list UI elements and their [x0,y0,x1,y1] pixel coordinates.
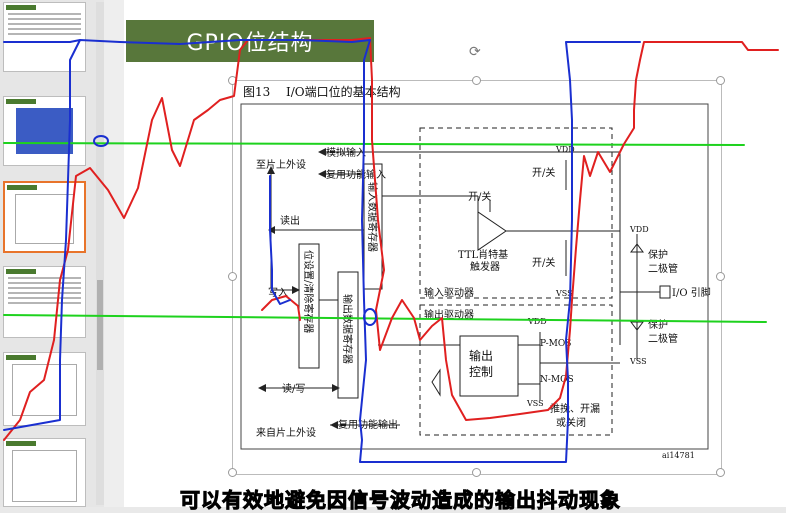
label-figure-ref: ai14781 [662,451,695,460]
annotation-blue-outline [3,39,641,463]
label-onoff-top: 开/关 [468,190,491,203]
label-onoff-right-bottom: 开/关 [532,256,555,269]
label-protect-1: 保护 [648,248,668,261]
label-ttl: TTL肖特基 [458,248,508,261]
label-or-off: 或关闭 [556,416,586,429]
label-vss-diode: VSS [629,357,647,366]
annotation-green-line-top [3,142,745,146]
label-odr: 输出数据寄存器 [341,294,354,364]
label-diode-1: 二极管 [648,262,678,275]
label-analog-in: 模拟输入 [326,146,366,159]
label-read-write: 读/写 [282,382,305,395]
label-diode-2: 二极管 [648,332,678,345]
label-out-ctrl-1: 输出 [469,348,493,363]
label-alt-in: 复用功能输入 [326,168,386,181]
gpio-circuit-diagram: 图13 I/O端口位的基本结构 模拟输入 至片上外设 复用功能输入 读出 开/关… [3,37,779,463]
label-vdd-out: VDD [527,317,547,326]
label-to-chip: 至片上外设 [256,158,306,171]
label-onoff-right-top: 开/关 [532,166,555,179]
label-out-ctrl-2: 控制 [469,365,493,379]
label-vss-out: VSS [526,399,544,408]
label-pushpull: 推挽、开漏 [550,402,600,415]
video-subtitle: 可以有效地避免因信号波动造成的输出抖动现象 [180,488,621,513]
label-io-pin: I/O 引脚 [672,286,711,299]
label-bsrr: 位设置/清除寄存器 [302,250,315,333]
label-in-driver: 输入驱动器 [424,286,474,299]
label-alt-out: 复用功能输出 [338,418,398,431]
label-from-chip: 来自片上外设 [256,426,316,439]
annotation-green-line-bottom [3,314,767,323]
label-vdd-diode: VDD [629,225,649,234]
label-trigger: 触发器 [470,260,500,273]
figure-caption-text: I/O端口位的基本结构 [286,84,401,99]
figure-caption-number: 图13 [243,85,270,99]
label-read: 读出 [280,214,300,227]
